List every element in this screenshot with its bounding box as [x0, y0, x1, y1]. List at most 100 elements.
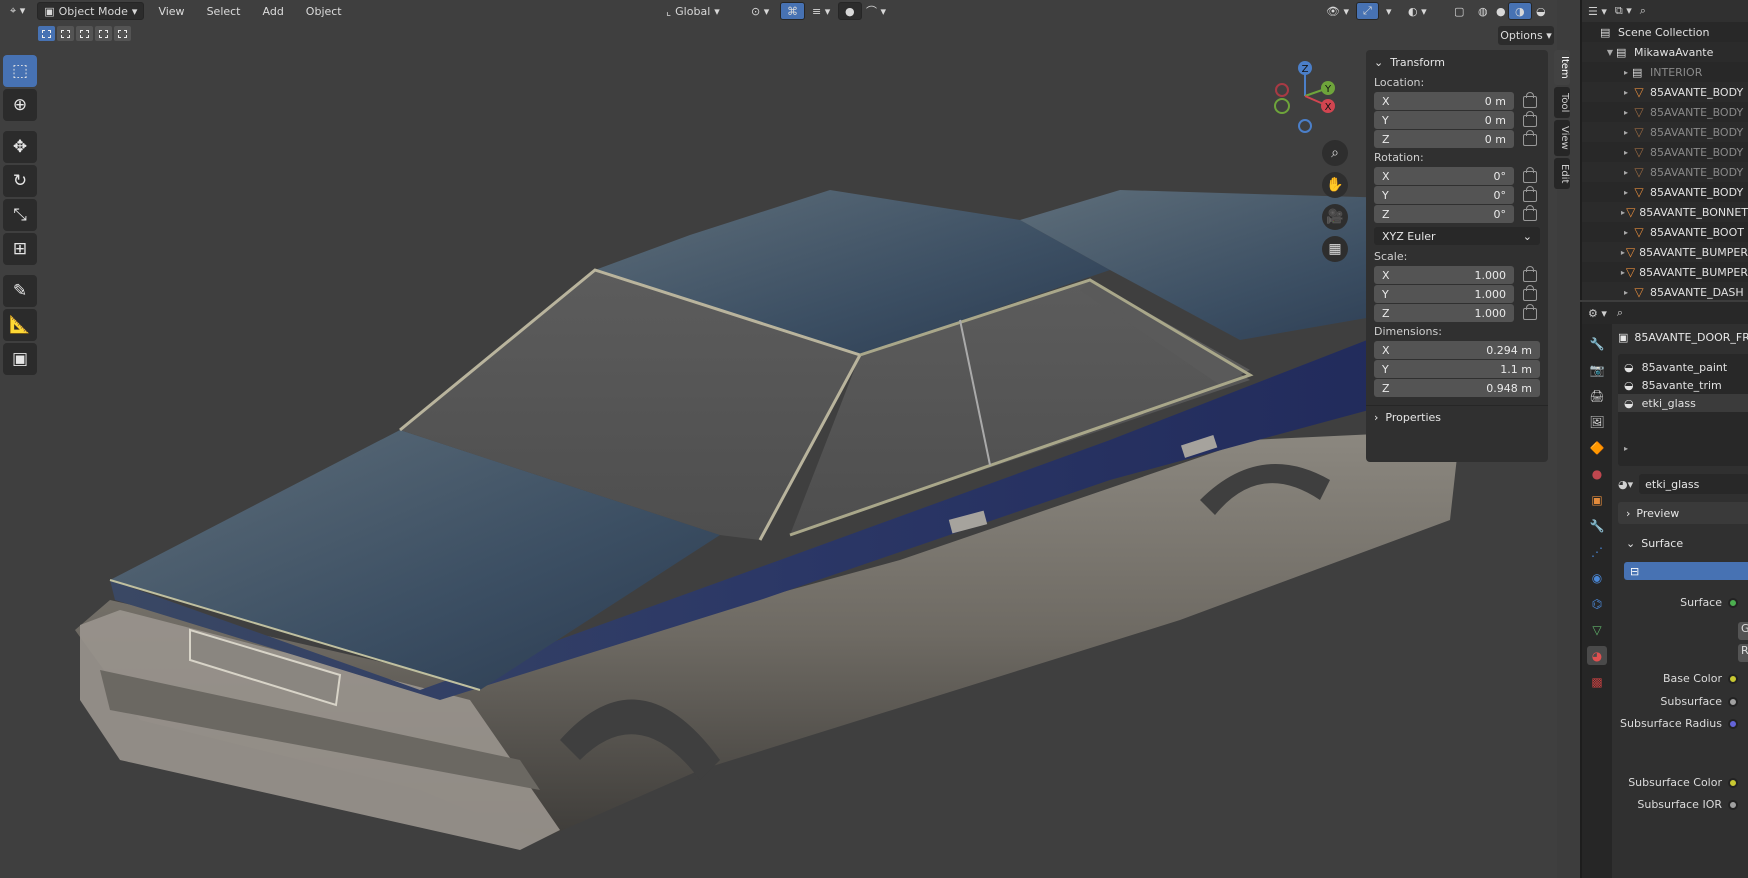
location-x-field[interactable]: X 0 m — [1374, 92, 1514, 110]
lock-icon[interactable] — [1523, 110, 1537, 127]
constraints-tab-icon[interactable]: ⌬ — [1587, 594, 1607, 613]
object-tab-icon[interactable]: ▣ — [1587, 490, 1607, 509]
gizmo-toggle[interactable]: ⤢ — [1356, 2, 1379, 20]
xray-toggle[interactable]: ▢ — [1448, 2, 1470, 20]
outliner-row[interactable]: ▸ ▽ 85AVANTE_BONNET — [1582, 202, 1748, 222]
browse-material-icon[interactable]: ◕▾ — [1618, 478, 1633, 491]
dimensions-z-field[interactable]: Z 0.948 m — [1374, 379, 1540, 397]
location-y-field[interactable]: Y 0 m — [1374, 111, 1514, 129]
snap-toggle[interactable]: ⌘ — [780, 2, 805, 20]
lock-icon[interactable] — [1523, 185, 1537, 202]
collection-row[interactable]: ▼ ▤ MikawaAvante — [1582, 42, 1748, 62]
mode-dropdown[interactable]: ▣ Object Mode ▾ — [37, 2, 145, 20]
pivot-point-button[interactable]: ⊙ ▾ — [745, 2, 775, 20]
lock-icon[interactable] — [1523, 265, 1537, 282]
move-tool-icon[interactable]: ✥ — [3, 131, 37, 163]
lock-icon[interactable] — [1523, 284, 1537, 301]
scale-y-field[interactable]: Y 1.000 — [1374, 285, 1514, 303]
snap-options-button[interactable]: ≡ ▾ — [806, 2, 836, 20]
rotation-mode-dropdown[interactable]: XYZ Euler ⌄ — [1374, 227, 1540, 245]
base-color-row[interactable]: Base Color — [1663, 672, 1748, 685]
add-cube-tool-icon[interactable]: ▣ — [3, 343, 37, 375]
world-tab-icon[interactable]: ● — [1587, 464, 1607, 483]
outliner-row[interactable]: ▸ ▽ 85AVANTE_BUMPER — [1582, 242, 1748, 262]
transform-tool-icon[interactable]: ⊞ — [3, 233, 37, 265]
material-slot[interactable]: ◒ 85avante_paint — [1618, 358, 1748, 376]
outliner-row[interactable]: ▸ ▽ 85AVANTE_BODY — [1582, 102, 1748, 122]
distribution-field[interactable]: R — [1738, 644, 1748, 662]
modifier-tab-icon[interactable]: 🔧 — [1587, 516, 1607, 535]
subsurface-radius-row[interactable]: Subsurface Radius — [1620, 717, 1748, 730]
particles-tab-icon[interactable]: ⋰ — [1587, 542, 1607, 561]
editor-type-button[interactable]: ⌖ ▾ — [4, 2, 31, 20]
disclosure-triangle-icon[interactable]: ▸ — [1620, 228, 1632, 237]
select-box-tool-icon[interactable]: ⬚ — [3, 55, 37, 87]
scale-x-field[interactable]: X 1.000 — [1374, 266, 1514, 284]
subsurface-ior-row[interactable]: Subsurface IOR — [1637, 798, 1748, 811]
select-subtract-button[interactable] — [76, 26, 93, 41]
shader-type-field[interactable]: G — [1738, 622, 1748, 640]
rotate-tool-icon[interactable]: ↻ — [3, 165, 37, 197]
disclosure-triangle-icon[interactable]: ▸ — [1620, 128, 1632, 137]
falloff-button[interactable]: ⌒ ▾ — [860, 2, 892, 20]
tab-item[interactable]: Item — [1554, 50, 1570, 85]
outliner-row[interactable]: ▸ ▽ 85AVANTE_BODY — [1582, 182, 1748, 202]
subsurface-color-row[interactable]: Subsurface Color — [1628, 776, 1748, 789]
view-layer-tab-icon[interactable]: 🖼 — [1587, 412, 1607, 431]
disclosure-triangle-icon[interactable]: ▼ — [1604, 48, 1616, 57]
select-new-button[interactable] — [38, 26, 55, 41]
options-dropdown[interactable]: Options ▾ — [1498, 26, 1554, 45]
disclosure-triangle-icon[interactable]: ▸ — [1620, 88, 1632, 97]
rotation-z-field[interactable]: Z 0° — [1374, 205, 1514, 223]
overlay-button[interactable]: ◐ ▾ — [1402, 2, 1433, 20]
disclosure-triangle-icon[interactable]: ▸ — [1620, 288, 1632, 297]
render-tab-icon[interactable]: 📷 — [1587, 360, 1607, 379]
outliner-row[interactable]: ▸ ▽ 85AVANTE_BODY — [1582, 162, 1748, 182]
gizmo-options-button[interactable]: ▾ — [1380, 2, 1398, 20]
tool-tab-icon[interactable]: 🔧 — [1587, 334, 1607, 353]
material-slot-active[interactable]: ◒ etki_glass — [1618, 394, 1748, 412]
menu-select[interactable]: Select — [199, 2, 249, 20]
shading-material-button[interactable]: ◑ — [1508, 2, 1532, 20]
outliner-row[interactable]: ▸ ▽ 85AVANTE_BODY — [1582, 82, 1748, 102]
rotation-y-field[interactable]: Y 0° — [1374, 186, 1514, 204]
search-icon[interactable]: ⌕ — [1617, 306, 1623, 320]
scale-z-field[interactable]: Z 1.000 — [1374, 304, 1514, 322]
annotate-tool-icon[interactable]: ✎ — [3, 275, 37, 307]
material-slot[interactable]: ◒ 85avante_trim — [1618, 376, 1748, 394]
slot-expand-icon[interactable]: ▸ — [1618, 444, 1748, 453]
grid-icon[interactable]: ▦ — [1322, 236, 1348, 262]
proportional-edit-toggle[interactable]: ● — [838, 2, 862, 20]
material-name-field[interactable]: etki_glass — [1639, 474, 1748, 494]
dimensions-y-field[interactable]: Y 1.1 m — [1374, 360, 1540, 378]
subsurface-row[interactable]: Subsurface — [1660, 695, 1748, 708]
editor-type-icon[interactable]: ⚙ ▾ — [1588, 307, 1607, 320]
lock-icon[interactable] — [1523, 129, 1537, 146]
material-tab-icon[interactable]: ◕ — [1587, 646, 1607, 665]
disclosure-triangle-icon[interactable]: ▸ — [1620, 188, 1632, 197]
transform-orientation-dropdown[interactable]: ⌞ Global ▾ — [660, 2, 726, 20]
disclosure-triangle-icon[interactable]: ▸ — [1620, 108, 1632, 117]
use-nodes-button[interactable]: ⊟ — [1624, 562, 1748, 580]
lock-icon[interactable] — [1523, 166, 1537, 183]
lock-icon[interactable] — [1523, 204, 1537, 221]
tab-view[interactable]: View — [1554, 120, 1570, 156]
menu-object[interactable]: Object — [298, 2, 350, 20]
data-tab-icon[interactable]: ▽ — [1587, 620, 1607, 639]
zoom-icon[interactable]: ⌕ — [1322, 140, 1348, 166]
visibility-button[interactable]: 👁 ▾ — [1320, 2, 1355, 20]
tab-edit[interactable]: Edit — [1554, 157, 1570, 190]
preview-panel-header[interactable]: › Preview — [1618, 502, 1748, 524]
menu-add[interactable]: Add — [255, 2, 292, 20]
physics-tab-icon[interactable]: ◉ — [1587, 568, 1607, 587]
texture-tab-icon[interactable]: ▩ — [1587, 672, 1607, 691]
select-invert-button[interactable] — [95, 26, 112, 41]
select-intersect-button[interactable] — [114, 26, 131, 41]
measure-tool-icon[interactable]: 📐 — [3, 309, 37, 341]
dimensions-x-field[interactable]: X 0.294 m — [1374, 341, 1540, 359]
search-icon[interactable]: ⌕ — [1640, 4, 1646, 18]
outliner-row[interactable]: ▸ ▽ 85AVANTE_BUMPER — [1582, 262, 1748, 282]
surface-panel-header[interactable]: ⌄ Surface — [1618, 532, 1748, 554]
navigation-gizmo[interactable]: Z Y X — [1270, 58, 1340, 136]
disclosure-triangle-icon[interactable]: ▸ — [1620, 148, 1632, 157]
